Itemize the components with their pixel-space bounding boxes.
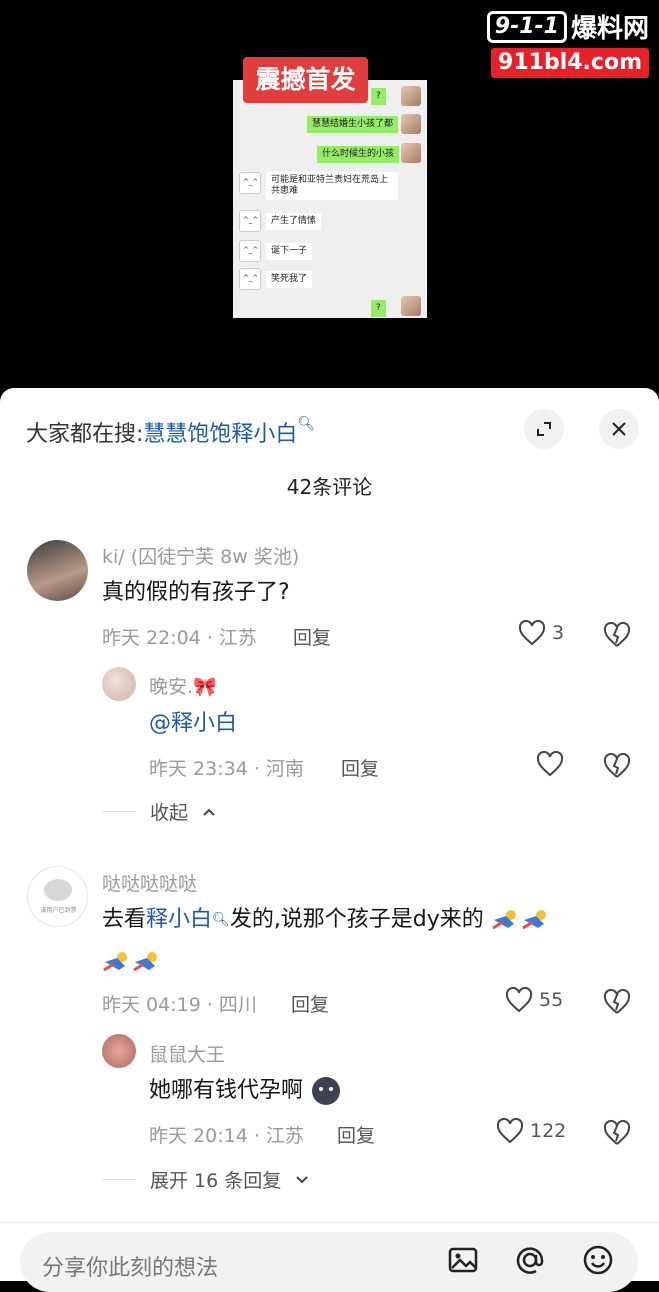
- chevron-down-icon: [296, 1175, 308, 1183]
- collapse-label: 收起: [150, 802, 189, 824]
- avatar: [239, 210, 261, 232]
- expand-replies-button[interactable]: 展开 16 条回复: [102, 1166, 309, 1193]
- avatar[interactable]: 该用户已封禁: [27, 866, 88, 927]
- avatar: [401, 296, 421, 316]
- comment-text: 她哪有钱代孕啊: [149, 1070, 342, 1112]
- comment-meta: 昨天 22:04 · 江苏: [102, 627, 257, 649]
- divider: [102, 811, 136, 812]
- headline-badge: 震撼首发: [243, 57, 368, 103]
- comment-username[interactable]: ki/ (囚徒宁芙 8w 奖池): [102, 542, 299, 569]
- chat-bubble: 产生了情愫: [266, 213, 322, 230]
- like-count: 55: [539, 989, 564, 1011]
- like-button[interactable]: [536, 751, 564, 777]
- avatar: [401, 143, 421, 163]
- heart-icon: [505, 987, 533, 1013]
- collapse-replies-button[interactable]: 收起: [102, 798, 216, 825]
- trending-search-prefix: 大家都在搜:: [26, 422, 144, 447]
- chat-bubble: ?: [371, 88, 386, 105]
- comment-count: 42条评论: [286, 475, 373, 499]
- comment-input-placeholder: 分享你此刻的想法: [42, 1256, 219, 1281]
- chat-bubble: ?: [371, 300, 386, 317]
- search-icon: 🔍︎: [297, 416, 316, 432]
- dark-face-emoji-icon: [312, 1077, 341, 1105]
- avatar: [401, 86, 421, 106]
- trending-search-keyword[interactable]: 慧慧饱饱释小白: [143, 422, 297, 447]
- reply-button[interactable]: 回复: [341, 754, 379, 781]
- chat-bubble: 什么时候生的小孩: [317, 146, 400, 163]
- expand-label: 展开 16 条回复: [150, 1170, 282, 1192]
- mention-link[interactable]: 释小白: [146, 907, 212, 932]
- comment-meta: 昨天 04:19 · 四川: [102, 994, 257, 1016]
- like-button[interactable]: 122: [496, 1118, 566, 1144]
- expand-icon: [537, 422, 551, 436]
- avatar[interactable]: [102, 667, 136, 701]
- comment-text: 真的假的有孩子了?: [102, 580, 290, 605]
- comment-sheet: [0, 388, 659, 1280]
- broken-heart-icon[interactable]: [603, 621, 631, 649]
- comment-username[interactable]: 哒哒哒哒哒: [102, 869, 197, 896]
- like-button[interactable]: 55: [505, 987, 563, 1013]
- like-button[interactable]: 3: [518, 620, 564, 646]
- like-count: 3: [552, 622, 565, 644]
- broken-heart-icon[interactable]: [603, 752, 631, 780]
- heart-icon: [518, 620, 546, 646]
- chevron-up-icon: [203, 808, 215, 816]
- dancing-emoji-icon: [133, 952, 157, 972]
- at-icon[interactable]: [514, 1244, 546, 1276]
- image-icon[interactable]: [447, 1244, 479, 1276]
- avatar[interactable]: [102, 1034, 136, 1068]
- comment-username[interactable]: 晚安.🎀: [149, 672, 217, 699]
- heart-icon: [496, 1118, 524, 1144]
- avatar-caption: 该用户已封禁: [40, 907, 77, 914]
- video-player[interactable]: ? 慧慧结婚生小孩了都 什么时候生的小孩 可能是和亚特兰贵妇在荒岛上共患难 产生…: [0, 0, 659, 395]
- like-count: 122: [530, 1120, 567, 1142]
- reply-button[interactable]: 回复: [293, 623, 331, 650]
- heart-icon: [536, 751, 564, 777]
- dancing-emoji-icon: [103, 952, 127, 972]
- expand-button[interactable]: [524, 409, 564, 449]
- broken-heart-icon[interactable]: [603, 988, 631, 1016]
- watermark-logo: 9-1-1 爆料网: [486, 10, 649, 44]
- comment-meta: 昨天 20:14 · 江苏: [149, 1125, 304, 1147]
- chat-bubble: 慧慧结婚生小孩了都: [307, 116, 399, 133]
- chat-bubble: 可能是和亚特兰贵妇在荒岛上共患难: [266, 172, 398, 200]
- dancing-emoji-icon: [522, 910, 546, 930]
- emoji-icon[interactable]: [582, 1244, 614, 1276]
- divider: [102, 1179, 136, 1180]
- avatar: [239, 268, 261, 290]
- close-button[interactable]: [599, 409, 639, 449]
- reply-button[interactable]: 回复: [337, 1121, 375, 1148]
- comment-username[interactable]: 鼠鼠大王: [149, 1040, 225, 1067]
- chat-bubble: 笑死我了: [266, 271, 313, 288]
- reply-button[interactable]: 回复: [291, 990, 329, 1017]
- comment-meta: 昨天 23:34 · 河南: [149, 758, 304, 780]
- close-icon: [612, 422, 626, 436]
- avatar: [239, 172, 261, 194]
- dancing-emoji-icon: [492, 910, 516, 930]
- search-icon: 🔍︎: [212, 912, 230, 928]
- comment-text: 去看释小白🔍︎发的,说那个孩子是dy来的: [102, 899, 632, 983]
- avatar-placeholder-icon: [44, 879, 72, 901]
- avatar[interactable]: [27, 540, 88, 601]
- comment-text[interactable]: @释小白: [149, 703, 237, 745]
- trending-search[interactable]: 大家都在搜:慧慧饱饱释小白🔍︎: [26, 416, 315, 448]
- chat-screenshot: ? 慧慧结婚生小孩了都 什么时候生的小孩 可能是和亚特兰贵妇在荒岛上共患难 产生…: [233, 80, 427, 318]
- watermark-url: 911bl4.com: [491, 48, 649, 78]
- avatar: [239, 240, 261, 262]
- chat-bubble: 诞下一子: [266, 243, 313, 260]
- avatar: [401, 114, 421, 134]
- broken-heart-icon[interactable]: [603, 1119, 631, 1147]
